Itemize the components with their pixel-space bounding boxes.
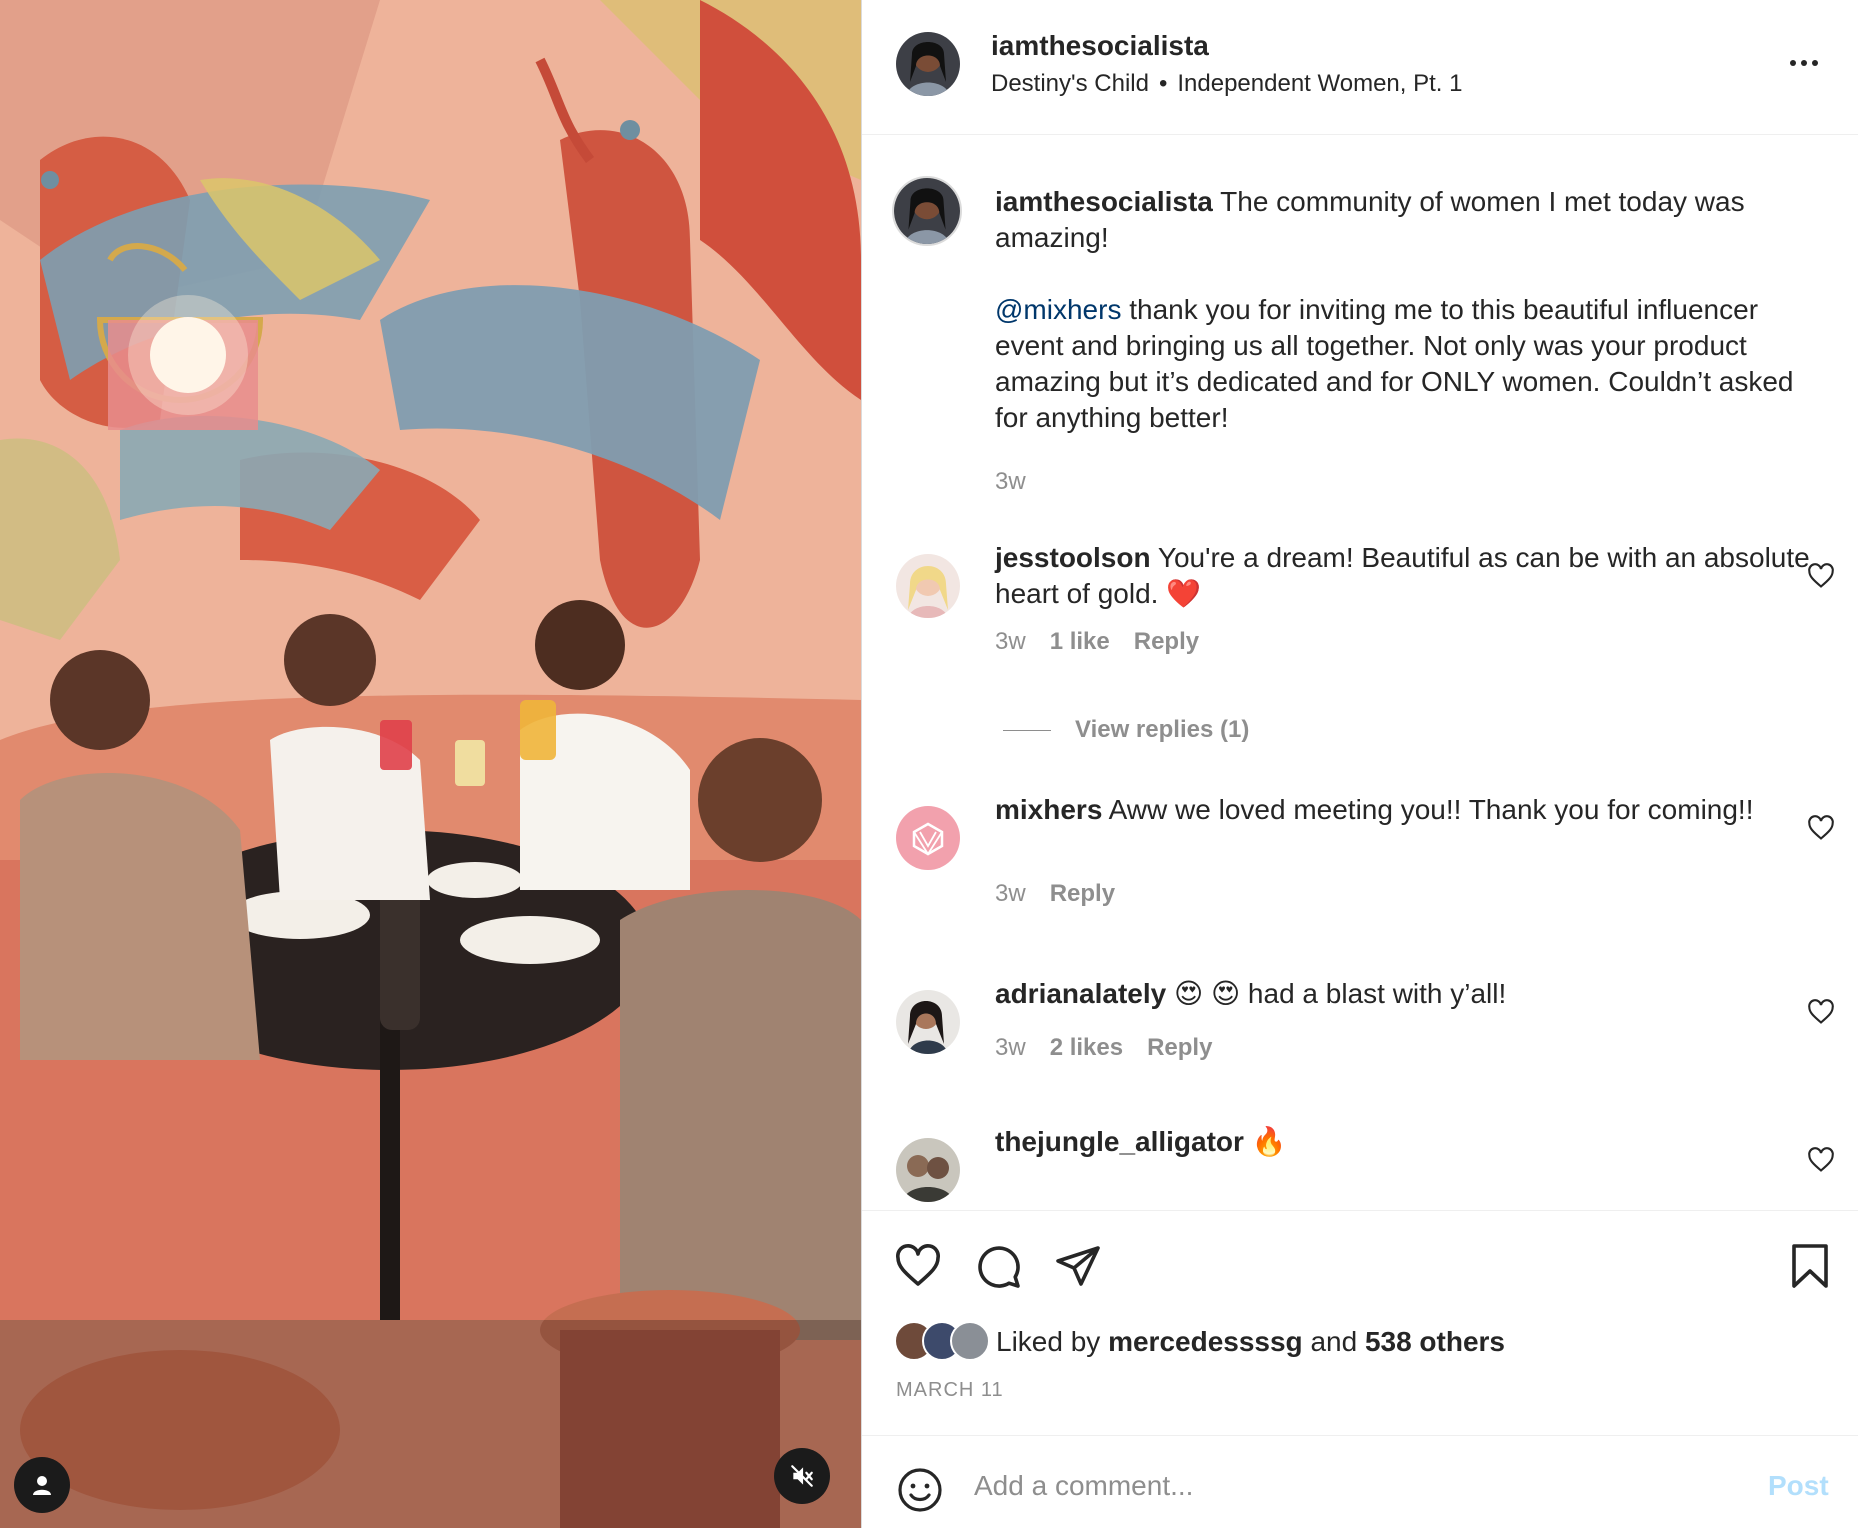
audio-separator: • <box>1158 70 1168 97</box>
dot-3 <box>1812 60 1818 66</box>
likes-others[interactable]: 538 others <box>1365 1326 1505 1358</box>
comment-avatar[interactable] <box>896 806 960 870</box>
comment-body: Aww we loved meeting you!! Thank you for… <box>1108 794 1754 825</box>
mute-toggle-button[interactable] <box>774 1448 830 1504</box>
likes-summary[interactable]: Liked by mercedessssg and 538 others <box>894 1321 1505 1363</box>
comment-meta: 3w 1 like Reply <box>995 628 1199 656</box>
comment-meta: 3w 2 likes Reply <box>995 1034 1212 1062</box>
post-media[interactable] <box>0 0 861 1528</box>
comment-avatar-image <box>896 990 960 1054</box>
dot-1 <box>1790 60 1796 66</box>
comment-avatar[interactable] <box>896 554 960 618</box>
comment-meta: 3w Reply <box>995 880 1115 908</box>
comment-time[interactable]: 3w <box>995 628 1026 656</box>
comment-time[interactable]: 3w <box>995 880 1026 908</box>
caption-body: @mixhers thank you for inviting me to th… <box>995 292 1815 436</box>
comment-like-heart-icon[interactable] <box>1807 1146 1835 1174</box>
heart-icon[interactable] <box>894 1242 942 1290</box>
caption-text: iamthesocialista The community of women … <box>995 184 1815 256</box>
post-date[interactable]: MARCH 11 <box>896 1379 1004 1402</box>
likes-prefix: Liked by <box>996 1326 1101 1357</box>
post-sidebar: iamthesocialista Destiny's Child • Indepen… <box>862 0 1858 1528</box>
view-replies-label: View replies (1) <box>1075 716 1250 743</box>
caption-time[interactable]: 3w <box>995 468 1026 496</box>
comment-time[interactable]: 3w <box>995 1034 1026 1062</box>
comment-avatar-image <box>896 554 960 618</box>
author-avatar[interactable] <box>896 32 960 96</box>
emoji-icon[interactable] <box>896 1466 944 1514</box>
comment-like-heart-icon[interactable] <box>1807 562 1835 590</box>
add-comment-input[interactable] <box>974 1456 1694 1516</box>
comment-avatar[interactable] <box>896 990 960 1054</box>
post-comment-button[interactable]: Post <box>1768 1470 1829 1502</box>
comments-list[interactable]: iamthesocialista The community of women … <box>862 136 1858 1210</box>
audio-artist[interactable]: Destiny's Child <box>991 70 1149 97</box>
caption-meta: 3w <box>995 468 1026 496</box>
caption-avatar-image <box>894 178 960 244</box>
add-comment-bar: Post <box>862 1435 1858 1528</box>
comment-avatar-image <box>896 1138 960 1202</box>
reply-button[interactable]: Reply <box>1147 1034 1212 1062</box>
comment-text: thejungle_alligator 🔥 <box>995 1124 1815 1160</box>
bookmark-icon[interactable] <box>1786 1242 1834 1290</box>
tagged-users-button[interactable] <box>14 1457 70 1513</box>
comment-username[interactable]: thejungle_alligator <box>995 1126 1244 1157</box>
comment-body: 🔥 <box>1251 1126 1287 1157</box>
author-avatar-image <box>896 32 960 96</box>
author-username[interactable]: iamthesocialista <box>991 30 1209 62</box>
comment-username[interactable]: jesstoolson <box>995 542 1151 573</box>
user-tag-icon <box>33 1476 51 1495</box>
comment-like-heart-icon[interactable] <box>1807 998 1835 1026</box>
comment-likes[interactable]: 1 like <box>1050 628 1110 656</box>
post-header: iamthesocialista Destiny's Child • Indepen… <box>862 0 1858 135</box>
comment-icon[interactable] <box>974 1242 1022 1290</box>
view-replies-button[interactable]: View replies (1) <box>1003 716 1249 744</box>
comment-text: adrianalately 😍 😍 had a blast with y’all… <box>995 976 1815 1012</box>
comment-avatar[interactable] <box>896 1138 960 1202</box>
likes-joiner: and <box>1310 1326 1358 1357</box>
liker-avatars <box>894 1321 994 1363</box>
mixhers-logo-icon <box>896 806 960 870</box>
audio-track-label[interactable]: Destiny's Child • Independent Women, Pt. 1 <box>991 70 1462 98</box>
comment-body: 😍 😍 had a blast with y’all! <box>1173 978 1507 1009</box>
liker-avatar <box>950 1321 990 1361</box>
caption-mention[interactable]: @mixhers <box>995 294 1121 325</box>
audio-track[interactable]: Independent Women, Pt. 1 <box>1177 70 1462 97</box>
likes-user[interactable]: mercedessssg <box>1108 1326 1303 1358</box>
comment-text: mixhers Aww we loved meeting you!! Thank… <box>995 792 1815 828</box>
comment-username[interactable]: mixhers <box>995 794 1102 825</box>
reply-button[interactable]: Reply <box>1050 880 1115 908</box>
mute-icon <box>791 1465 813 1487</box>
post-actions: Liked by mercedessssg and 538 others MAR… <box>862 1210 1858 1435</box>
comment-likes[interactable]: 2 likes <box>1050 1034 1123 1062</box>
view-replies-line <box>1003 729 1051 731</box>
post-video-frame <box>0 0 861 1528</box>
more-options-icon[interactable] <box>1782 48 1826 78</box>
reply-button[interactable]: Reply <box>1134 628 1199 656</box>
comment-text: jesstoolson You're a dream! Beautiful as… <box>995 540 1815 612</box>
caption-username[interactable]: iamthesocialista <box>995 186 1213 217</box>
share-icon[interactable] <box>1054 1242 1102 1290</box>
caption-avatar[interactable] <box>892 176 962 246</box>
dot-2 <box>1801 60 1807 66</box>
comment-like-heart-icon[interactable] <box>1807 814 1835 842</box>
comment-username[interactable]: adrianalately <box>995 978 1166 1009</box>
